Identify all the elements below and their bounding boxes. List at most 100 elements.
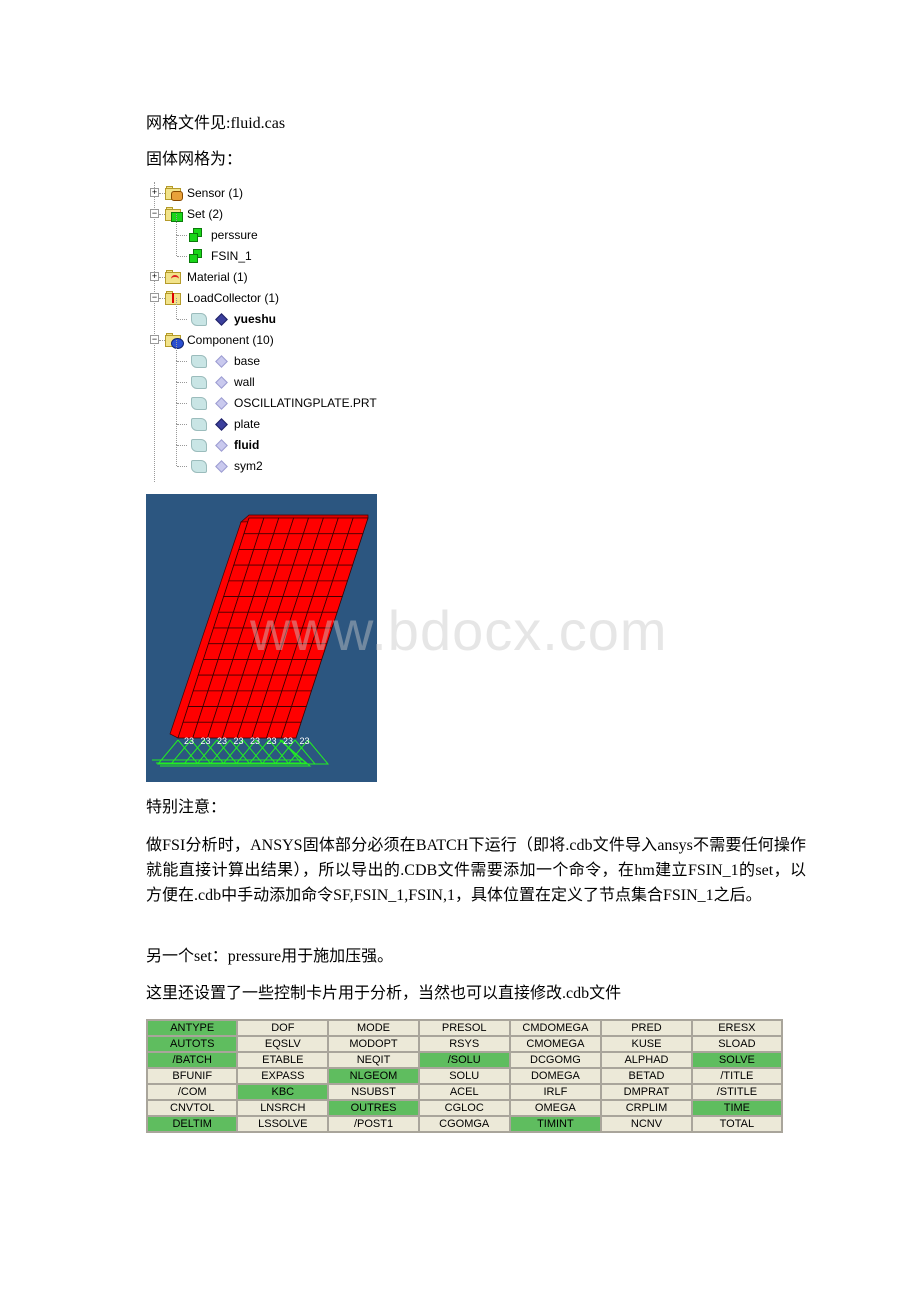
control-card-rsys[interactable]: RSYS [418, 1036, 510, 1052]
component-icon [215, 396, 228, 410]
control-card-cgomga[interactable]: CGOMGA [418, 1116, 510, 1132]
tree-item-loadcollector-1[interactable]: − LoadCollector (1) [148, 288, 279, 308]
expand-icon[interactable]: + [150, 188, 159, 197]
tree-item-sym2[interactable]: sym2 [148, 445, 263, 476]
control-card-omega[interactable]: OMEGA [509, 1100, 602, 1116]
visibility-flag-icon[interactable] [191, 438, 207, 452]
control-card-cgloc[interactable]: CGLOC [418, 1100, 510, 1116]
control-card-kbc[interactable]: KBC [237, 1084, 329, 1100]
fsi-note-text: 做FSI分析时，ANSYS固体部分必须在BATCH下运行（即将.cdb文件导入a… [146, 837, 806, 904]
control-card-solve[interactable]: SOLVE [691, 1052, 782, 1068]
control-card-cmdomega[interactable]: CMDOMEGA [509, 1020, 602, 1036]
tree-item-sensor-1[interactable]: + Sensor (1) [148, 183, 243, 203]
control-card-bfunif[interactable]: BFUNIF [147, 1068, 238, 1084]
mesh-file-note: 网格文件见:fluid.cas [146, 115, 286, 132]
collapse-icon[interactable]: − [150, 335, 159, 344]
control-card-total[interactable]: TOTAL [691, 1116, 782, 1132]
tree-item-label: yueshu [234, 312, 277, 326]
control-card-kuse[interactable]: KUSE [601, 1036, 692, 1052]
tree-item-fluid[interactable]: fluid [148, 424, 260, 455]
control-card-pred[interactable]: PRED [601, 1020, 692, 1036]
expand-icon[interactable]: + [150, 272, 159, 281]
tree-item-material-1[interactable]: + Material (1) [148, 267, 248, 287]
solid-mesh-figure: 23 23 23 23 23 23 23 23 [146, 494, 377, 782]
control-card-dcgomg[interactable]: DCGOMG [509, 1052, 602, 1068]
control-card-title[interactable]: /TITLE [691, 1068, 782, 1084]
control-card-outres[interactable]: OUTRES [328, 1100, 419, 1116]
tree-item-label: base [234, 354, 261, 368]
component-icon [215, 417, 228, 431]
tree-item-plate[interactable]: plate [148, 403, 260, 434]
control-card-dof[interactable]: DOF [237, 1020, 329, 1036]
tree-item-component-10[interactable]: − Component (10) [148, 330, 274, 350]
control-card-nsubst[interactable]: NSUBST [328, 1084, 419, 1100]
folder-badge-icon [171, 338, 184, 349]
control-card-expass[interactable]: EXPASS [237, 1068, 329, 1084]
pressure-note: 另一个set：pressure用于施加压强。 [146, 948, 394, 965]
control-card-eqslv[interactable]: EQSLV [237, 1036, 329, 1052]
control-card-time[interactable]: TIME [691, 1100, 782, 1116]
control-card-betad[interactable]: BETAD [601, 1068, 692, 1084]
tree-item-oscillatingplate-prt[interactable]: OSCILLATINGPLATE.PRT [148, 382, 377, 413]
control-card-mode[interactable]: MODE [328, 1020, 419, 1036]
tree-guide-line [176, 214, 177, 235]
component-icon [215, 375, 228, 389]
tree-guide-line [176, 382, 177, 403]
tree-item-label: wall [234, 375, 255, 389]
control-card-crplim[interactable]: CRPLIM [601, 1100, 692, 1116]
visibility-flag-icon[interactable] [191, 312, 207, 326]
control-card-lssolve[interactable]: LSSOLVE [237, 1116, 329, 1132]
collapse-icon[interactable]: − [150, 209, 159, 218]
control-card-cnvtol[interactable]: CNVTOL [147, 1100, 238, 1116]
tree-item-label: fluid [234, 438, 260, 452]
control-card-row: /COM KBC NSUBST ACEL IRLF DMPRAT/STITLE [147, 1084, 782, 1100]
visibility-flag-icon[interactable] [191, 417, 207, 431]
control-card-antype[interactable]: ANTYPE [147, 1020, 238, 1036]
tree-item-label: sym2 [234, 459, 263, 473]
control-card-row: /BATCH ETABLE NEQIT/SOLU DCGOMG ALPHAD SOLVE [147, 1052, 782, 1068]
control-card-batch[interactable]: /BATCH [147, 1052, 238, 1068]
tree-item-label: LoadCollector (1) [187, 291, 280, 305]
control-card-modopt[interactable]: MODOPT [328, 1036, 419, 1052]
visibility-flag-icon[interactable] [191, 375, 207, 389]
control-card-acel[interactable]: ACEL [418, 1084, 510, 1100]
visibility-flag-icon[interactable] [191, 396, 207, 410]
control-card-domega[interactable]: DOMEGA [509, 1068, 602, 1084]
constraint-label: 23 [217, 736, 227, 746]
control-card-presol[interactable]: PRESOL [418, 1020, 510, 1036]
component-icon [215, 459, 228, 473]
control-card-dmprat[interactable]: DMPRAT [601, 1084, 692, 1100]
control-card-lnsrch[interactable]: LNSRCH [237, 1100, 329, 1116]
control-card-solu[interactable]: SOLU [418, 1068, 510, 1084]
control-card-com[interactable]: /COM [147, 1084, 238, 1100]
control-card-neqit[interactable]: NEQIT [328, 1052, 419, 1068]
control-card-etable[interactable]: ETABLE [237, 1052, 329, 1068]
visibility-flag-icon[interactable] [191, 354, 207, 368]
tree-item-base[interactable]: base [148, 340, 261, 371]
control-card-post1[interactable]: /POST1 [328, 1116, 419, 1132]
control-card-deltim[interactable]: DELTIM [147, 1116, 238, 1132]
control-card-autots[interactable]: AUTOTS [147, 1036, 238, 1052]
control-card-irlf[interactable]: IRLF [509, 1084, 602, 1100]
control-card-sload[interactable]: SLOAD [691, 1036, 782, 1052]
tree-connector [177, 361, 187, 362]
tree-guide-line [176, 340, 177, 361]
control-card-alphad[interactable]: ALPHAD [601, 1052, 692, 1068]
control-card-eresx[interactable]: ERESX [691, 1020, 782, 1036]
constraint-label: 23 [267, 736, 277, 746]
visibility-flag-icon[interactable] [191, 459, 207, 473]
control-card-timint[interactable]: TIMINT [509, 1116, 602, 1132]
tree-guide-line [176, 298, 177, 319]
control-card-nlgeom[interactable]: NLGEOM [328, 1068, 419, 1084]
collapse-icon[interactable]: − [150, 293, 159, 302]
tree-item-set-2[interactable]: − Set (2) [148, 204, 223, 224]
tree-item-wall[interactable]: wall [148, 361, 255, 392]
tree-item-yueshu[interactable]: yueshu [148, 298, 277, 329]
tree-item-fsin-1[interactable]: FSIN_1 [148, 235, 252, 266]
constraint-label: 23 [201, 736, 211, 746]
control-card-cmomega[interactable]: CMOMEGA [509, 1036, 602, 1052]
control-card-ncnv[interactable]: NCNV [601, 1116, 692, 1132]
tree-item-perssure[interactable]: perssure [148, 214, 258, 245]
control-card-stitle[interactable]: /STITLE [691, 1084, 782, 1100]
control-card-solu[interactable]: /SOLU [418, 1052, 510, 1068]
